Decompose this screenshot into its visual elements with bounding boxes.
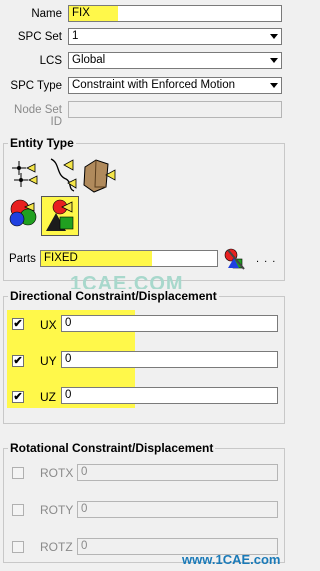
- roty-value-field: 0: [77, 501, 278, 518]
- uz-label: UZ: [40, 390, 56, 404]
- spc-type-select[interactable]: Constraint with Enforced Motion: [68, 77, 282, 94]
- parts-label: Parts: [9, 253, 36, 265]
- roty-checkbox[interactable]: [12, 504, 24, 516]
- spc-type-value: Constraint with Enforced Motion: [72, 79, 235, 91]
- roty-label: ROTY: [40, 503, 74, 517]
- name-label: Name: [31, 8, 62, 20]
- more-button[interactable]: . . .: [256, 253, 276, 265]
- lcs-value: Global: [72, 54, 106, 66]
- parts-entity-icon[interactable]: [41, 196, 79, 236]
- curve-entity-icon[interactable]: [46, 157, 78, 193]
- ux-value-field[interactable]: 0: [61, 315, 278, 332]
- chevron-down-icon[interactable]: [268, 54, 280, 67]
- spc-type-label: SPC Type: [10, 80, 62, 92]
- rotational-title: Rotational Constraint/Displacement: [8, 441, 216, 455]
- ux-checkbox[interactable]: ✔: [12, 318, 24, 330]
- ux-label: UX: [40, 318, 57, 332]
- uz-value-field[interactable]: 0: [61, 387, 278, 404]
- spc-set-value: 1: [72, 30, 79, 42]
- name-field[interactable]: FIX: [68, 5, 282, 22]
- part-set-entity-icon[interactable]: [8, 197, 40, 229]
- name-value: FIX: [69, 6, 118, 21]
- pick-parts-icon[interactable]: [222, 247, 248, 271]
- rotx-checkbox[interactable]: [12, 467, 24, 479]
- lcs-label: LCS: [39, 55, 62, 67]
- entity-type-title: Entity Type: [8, 136, 76, 150]
- surface-entity-icon[interactable]: [82, 157, 118, 195]
- chevron-down-icon[interactable]: [268, 79, 280, 92]
- directional-title: Directional Constraint/Displacement: [8, 289, 219, 303]
- rotz-checkbox[interactable]: [12, 541, 24, 553]
- rotz-label: ROTZ: [40, 540, 73, 554]
- uy-label: UY: [40, 354, 57, 368]
- parts-field[interactable]: FIXED: [40, 250, 218, 267]
- uz-checkbox[interactable]: ✔: [12, 391, 24, 403]
- footer-watermark: www.1CAE.com: [182, 552, 281, 567]
- uy-value-field[interactable]: 0: [61, 351, 278, 368]
- node-set-label: Node Set ID: [14, 104, 62, 128]
- spc-set-label: SPC Set: [17, 31, 62, 43]
- rotx-value-field: 0: [77, 464, 278, 481]
- uy-checkbox[interactable]: ✔: [12, 355, 24, 367]
- rotx-label: ROTX: [40, 466, 74, 480]
- node-set-field: [68, 101, 282, 118]
- spc-set-select[interactable]: 1: [68, 28, 282, 45]
- lcs-select[interactable]: Global: [68, 52, 282, 69]
- parts-value: FIXED: [41, 251, 152, 266]
- chevron-down-icon[interactable]: [268, 30, 280, 43]
- nodes-entity-icon[interactable]: [11, 159, 39, 189]
